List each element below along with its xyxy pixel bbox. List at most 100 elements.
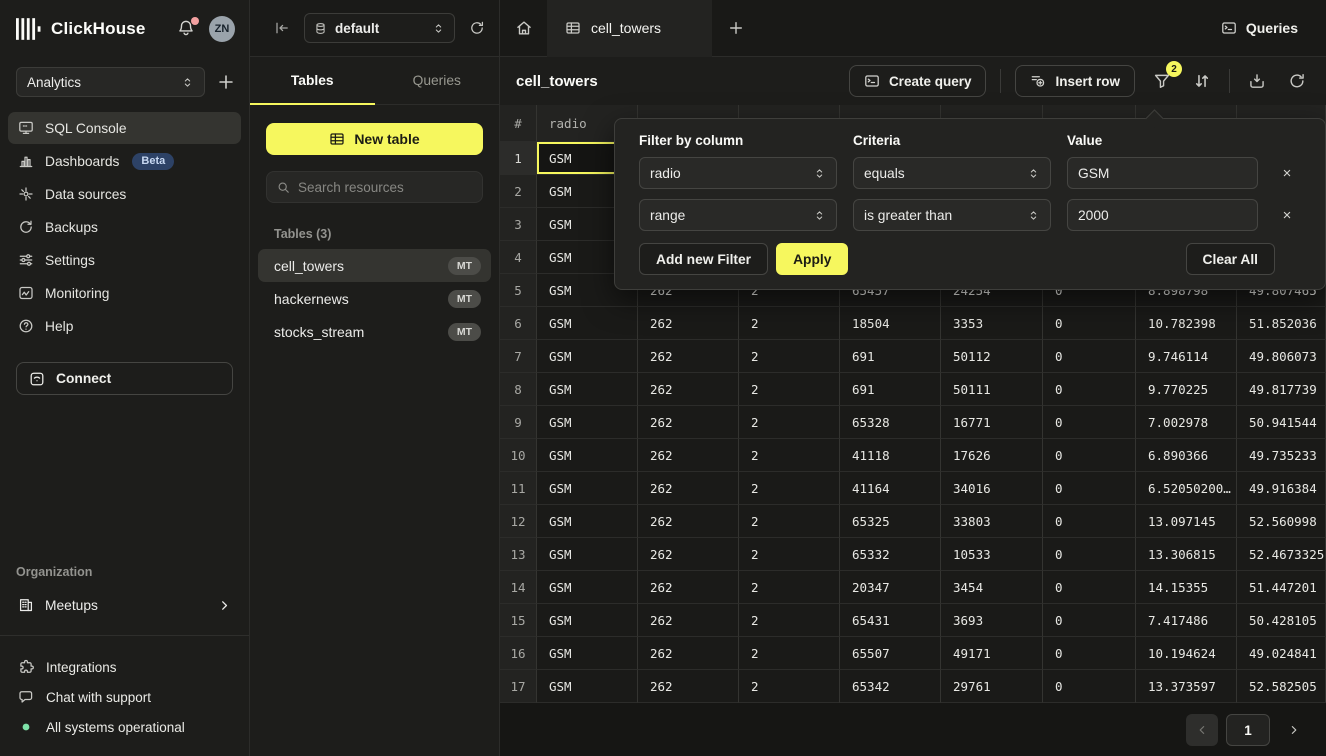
table-cell[interactable]: 13.097145 [1136,505,1237,538]
table-cell[interactable]: 50112 [941,340,1043,373]
sidebar-item-backups[interactable]: Backups [8,211,241,243]
table-cell[interactable]: GSM [537,406,638,439]
table-cell[interactable]: 50.428105 [1237,604,1326,637]
table-cell[interactable]: 0 [1043,538,1136,571]
table-cell[interactable]: 691 [840,373,941,406]
table-cell[interactable]: 51.447201 [1237,571,1326,604]
table-cell[interactable]: 262 [638,604,739,637]
table-cell[interactable]: 49.806073 [1237,340,1326,373]
new-table-button[interactable]: New table [266,123,483,155]
table-cell[interactable]: 691 [840,340,941,373]
table-cell[interactable]: 5 [500,274,537,307]
table-cell[interactable]: 2 [739,340,840,373]
table-cell[interactable]: 18504 [840,307,941,340]
sidebar-item-help[interactable]: Help [8,310,241,342]
sidebar-item-integrations[interactable]: Integrations [0,652,249,682]
table-cell[interactable]: 12 [500,505,537,538]
table-cell[interactable]: 2 [739,604,840,637]
table-cell[interactable]: 2 [739,637,840,670]
remove-filter-button[interactable]: × [1280,208,1294,223]
table-cell[interactable]: 8 [500,373,537,406]
table-cell[interactable]: 65342 [840,670,941,703]
table-cell[interactable]: 51.852036 [1237,307,1326,340]
explorer-tab-tables[interactable]: Tables [250,57,375,104]
table-cell[interactable]: 10 [500,439,537,472]
previous-page-button[interactable] [1186,714,1218,746]
filter-criteria-select[interactable]: is greater than [853,199,1051,231]
table-cell[interactable]: 262 [638,406,739,439]
table-cell[interactable]: 16 [500,637,537,670]
table-cell[interactable]: 17626 [941,439,1043,472]
notifications-button[interactable] [177,19,197,39]
table-cell[interactable]: 2 [739,439,840,472]
table-cell[interactable]: 49171 [941,637,1043,670]
table-cell[interactable]: GSM [537,571,638,604]
refresh-tables-button[interactable] [469,20,485,36]
table-cell[interactable]: 14 [500,571,537,604]
sidebar-item-chat-with-support[interactable]: Chat with support [0,682,249,712]
new-tab-button[interactable] [712,20,760,36]
table-item-cell-towers[interactable]: cell_towersMT [258,249,491,282]
clear-all-filters-button[interactable]: Clear All [1186,243,1275,275]
database-select[interactable]: default [304,13,455,43]
refresh-button[interactable] [1284,68,1310,94]
table-cell[interactable]: 10533 [941,538,1043,571]
table-cell[interactable]: GSM [537,637,638,670]
sidebar-item-all-systems-operational[interactable]: All systems operational [0,712,249,742]
table-cell[interactable]: 13.306815 [1136,538,1237,571]
table-cell[interactable]: 0 [1043,472,1136,505]
table-cell[interactable]: 65431 [840,604,941,637]
add-filter-button[interactable]: Add new Filter [639,243,768,275]
download-button[interactable] [1244,68,1270,94]
table-cell[interactable]: 15 [500,604,537,637]
user-avatar[interactable]: ZN [209,16,235,42]
table-cell[interactable]: 50111 [941,373,1043,406]
table-cell[interactable]: GSM [537,670,638,703]
table-cell[interactable]: 16771 [941,406,1043,439]
table-cell[interactable]: 262 [638,670,739,703]
table-cell[interactable]: 2 [500,175,537,208]
next-page-button[interactable] [1278,714,1310,746]
connect-button[interactable]: Connect [16,362,233,395]
table-cell[interactable]: 49.024841 [1237,637,1326,670]
table-cell[interactable]: 10.782398 [1136,307,1237,340]
create-query-button[interactable]: Create query [849,65,987,97]
table-cell[interactable]: GSM [537,340,638,373]
table-cell[interactable]: 3353 [941,307,1043,340]
table-cell[interactable]: 34016 [941,472,1043,505]
table-cell[interactable]: 0 [1043,307,1136,340]
table-cell[interactable]: 262 [638,439,739,472]
table-cell[interactable]: 4 [500,241,537,274]
table-cell[interactable]: 52.560998 [1237,505,1326,538]
table-cell[interactable]: 50.941544 [1237,406,1326,439]
table-cell[interactable]: GSM [537,604,638,637]
table-cell[interactable]: 52.582505 [1237,670,1326,703]
table-cell[interactable]: 1 [500,142,537,175]
remove-filter-button[interactable]: × [1280,166,1294,181]
table-cell[interactable]: 7.417486 [1136,604,1237,637]
sort-button[interactable] [1189,68,1215,94]
table-cell[interactable]: 3693 [941,604,1043,637]
table-cell[interactable]: GSM [537,373,638,406]
table-cell[interactable]: 0 [1043,439,1136,472]
table-cell[interactable]: 29761 [941,670,1043,703]
table-cell[interactable]: 6.52050200… [1136,472,1237,505]
table-cell[interactable]: 9.770225 [1136,373,1237,406]
filter-button[interactable]: 2 [1149,68,1175,94]
table-cell[interactable]: GSM [537,439,638,472]
table-cell[interactable]: 41118 [840,439,941,472]
search-input[interactable] [298,180,475,195]
table-cell[interactable]: 49.916384 [1237,472,1326,505]
table-cell[interactable]: 49.735233 [1237,439,1326,472]
search-resources[interactable] [266,171,483,203]
table-cell[interactable]: 2 [739,670,840,703]
filter-criteria-select[interactable]: equals [853,157,1051,189]
table-cell[interactable]: 65325 [840,505,941,538]
table-cell[interactable]: 2 [739,505,840,538]
table-cell[interactable]: 33803 [941,505,1043,538]
table-cell[interactable]: 0 [1043,637,1136,670]
table-cell[interactable]: 52.4673325 [1237,538,1326,571]
filter-value-input[interactable] [1067,199,1258,231]
table-cell[interactable]: 262 [638,538,739,571]
tab-cell-towers[interactable]: cell_towers [547,0,712,57]
